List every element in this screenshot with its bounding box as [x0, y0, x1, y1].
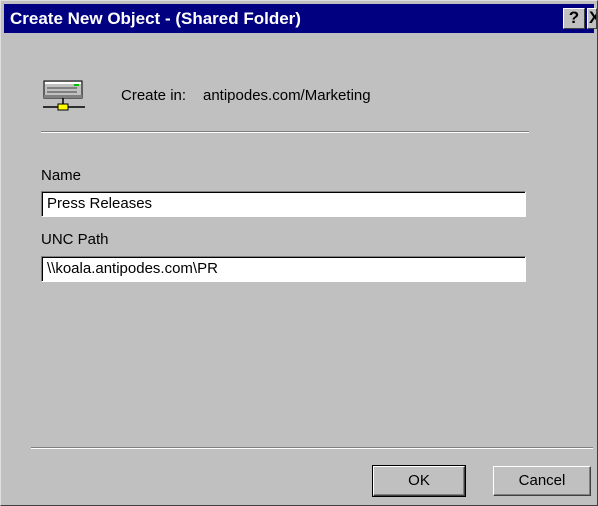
- shared-folder-network-icon: [43, 80, 85, 111]
- create-in-label: Create in:: [121, 87, 187, 104]
- header-separator: [41, 131, 529, 133]
- footer-separator: [31, 447, 593, 449]
- ok-button[interactable]: OK: [372, 465, 466, 497]
- close-button[interactable]: X: [587, 8, 597, 29]
- unc-path-label: UNC Path: [41, 231, 109, 248]
- title-bar[interactable]: Create New Object - (Shared Folder) ? X: [4, 4, 597, 33]
- create-new-object-dialog: Create New Object - (Shared Folder) ? X …: [0, 0, 598, 506]
- name-field[interactable]: Press Releases: [41, 191, 526, 217]
- create-in-path: antipodes.com/Marketing: [203, 87, 371, 104]
- cancel-button[interactable]: Cancel: [493, 466, 591, 496]
- window-title: Create New Object - (Shared Folder): [10, 9, 301, 28]
- unc-path-field[interactable]: \\koala.antipodes.com\PR: [41, 256, 526, 282]
- name-label: Name: [41, 167, 82, 184]
- help-button[interactable]: ?: [563, 8, 585, 29]
